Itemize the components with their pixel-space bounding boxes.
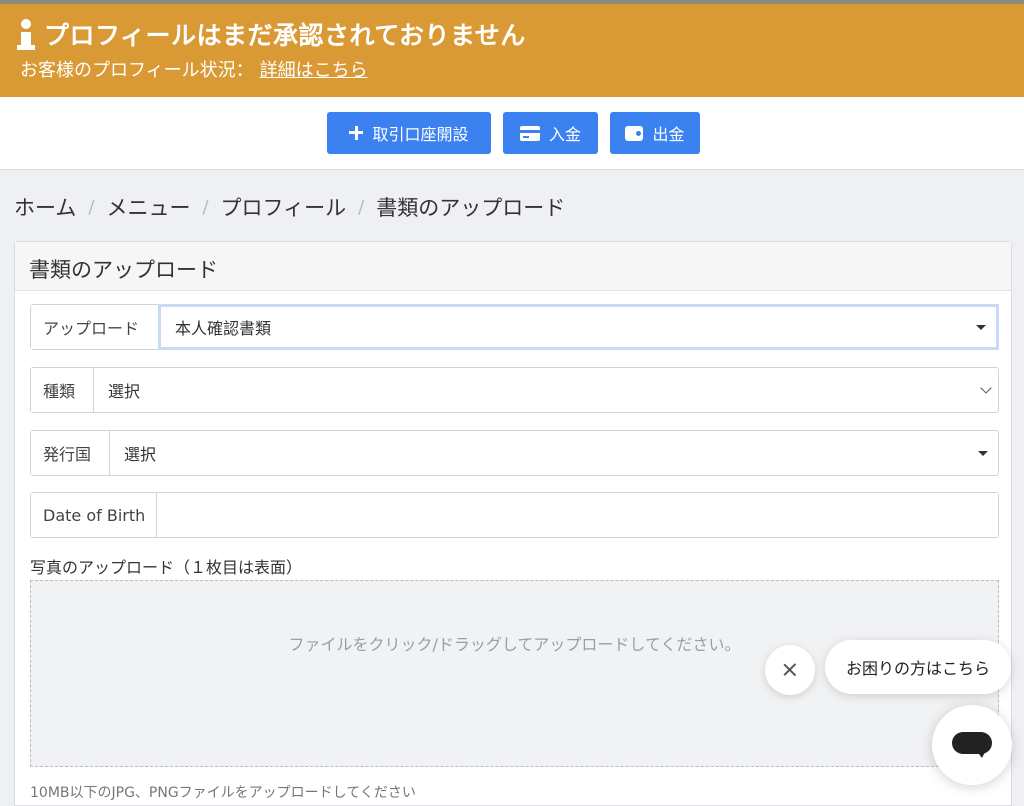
upload-hint: 10MB以下のJPG、PNGファイルをアップロードしてください xyxy=(30,785,416,801)
close-icon xyxy=(783,663,797,676)
caret-down-icon xyxy=(978,451,988,456)
close-chat-prompt-button[interactable] xyxy=(765,645,815,695)
help-prompt-bubble[interactable]: お困りの方はこちら xyxy=(825,640,1011,694)
date-of-birth-label: Date of Birth xyxy=(31,493,157,537)
open-account-label: 取引口座開設 xyxy=(372,125,469,144)
breadcrumb-menu[interactable]: メニュー xyxy=(106,192,190,222)
credit-card-icon xyxy=(519,125,540,141)
details-link[interactable]: 詳細はこちら xyxy=(260,60,368,81)
upload-type-select[interactable]: 本人確認書類 xyxy=(158,304,999,350)
caret-down-icon xyxy=(976,325,986,330)
document-upload-panel: 書類のアップロード アップロード 本人確認書類 種類 選択 発行国 選択 Dat… xyxy=(14,241,1012,806)
photo-upload-label: 写真のアップロード（１枚目は表面） xyxy=(30,558,303,577)
issuing-country-label: 発行国 xyxy=(31,431,110,475)
issuing-country-select[interactable]: 選択 xyxy=(110,431,998,475)
breadcrumb-separator: / xyxy=(358,196,365,218)
chat-launcher-button[interactable] xyxy=(932,705,1012,785)
action-toolbar: 取引口座開設 入金 出金 xyxy=(0,97,1024,170)
date-of-birth-field: Date of Birth xyxy=(30,492,999,538)
document-kind-label: 種類 xyxy=(31,368,94,412)
info-icon xyxy=(16,17,36,51)
chevron-down-icon xyxy=(980,382,992,394)
wallet-icon xyxy=(625,125,644,141)
breadcrumb-home[interactable]: ホーム xyxy=(14,192,76,222)
breadcrumb-current: 書類のアップロード xyxy=(376,196,566,220)
date-of-birth-input[interactable] xyxy=(157,493,998,537)
panel-title: 書類のアップロード xyxy=(15,242,1011,291)
issuing-country-value: 選択 xyxy=(124,445,157,464)
upload-type-field: アップロード 本人確認書類 xyxy=(30,304,999,350)
document-kind-field: 種類 選択 xyxy=(30,367,999,413)
deposit-button[interactable]: 入金 xyxy=(503,112,598,154)
breadcrumb-separator: / xyxy=(202,196,209,218)
chat-icon xyxy=(952,732,992,758)
deposit-label: 入金 xyxy=(548,125,581,144)
document-kind-select[interactable]: 選択 xyxy=(94,368,998,412)
breadcrumb-separator: / xyxy=(88,196,95,218)
plus-icon xyxy=(349,126,364,140)
open-account-button[interactable]: 取引口座開設 xyxy=(327,112,491,154)
issuing-country-field: 発行国 選択 xyxy=(30,430,999,476)
breadcrumb: ホーム / メニュー / プロフィール / 書類のアップロード xyxy=(14,192,565,222)
withdraw-label: 出金 xyxy=(652,125,685,144)
breadcrumb-profile[interactable]: プロフィール xyxy=(221,192,347,222)
profile-status-banner: プロフィールはまだ承認されておりません お客様のプロフィール状況： 詳細はこちら xyxy=(0,4,1024,97)
banner-title: プロフィールはまだ承認されておりません xyxy=(44,21,526,50)
profile-status-label: お客様のプロフィール状況： xyxy=(20,60,254,81)
banner-subtitle: お客様のプロフィール状況： 詳細はこちら xyxy=(20,56,368,82)
withdraw-button[interactable]: 出金 xyxy=(610,112,700,154)
banner-title-row: プロフィールはまだ承認されておりません xyxy=(16,16,526,52)
upload-type-value: 本人確認書類 xyxy=(175,319,272,338)
document-kind-value: 選択 xyxy=(108,382,141,401)
upload-type-label: アップロード xyxy=(31,305,159,349)
